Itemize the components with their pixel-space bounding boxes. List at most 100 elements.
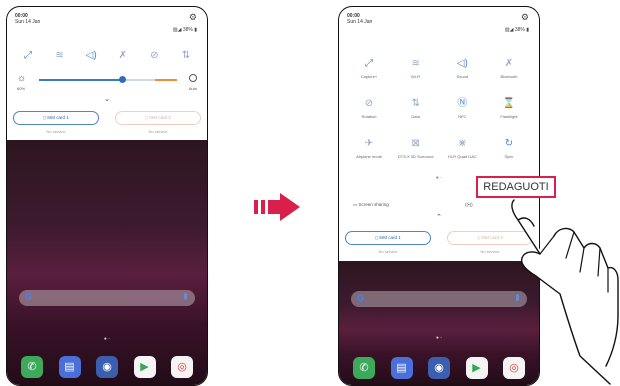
home-wallpaper: G ● ◦ ✆ ▤ ◉ ▶ ◎ bbox=[7, 140, 207, 385]
airplane-icon: ✈ bbox=[364, 138, 374, 149]
bluetooth-icon[interactable]: ✗ bbox=[112, 49, 134, 63]
system-icons: ▨◢ 38% ▮ bbox=[504, 27, 529, 33]
tile-label: DTS:X 3D Surround bbox=[397, 154, 434, 159]
status-bar: 00:00 Sun 14 Jan bbox=[15, 13, 40, 25]
camera-app-icon[interactable]: ◉ bbox=[96, 356, 118, 378]
bluetooth-icon: ✗ bbox=[504, 58, 514, 69]
data-icon[interactable]: ⇅ bbox=[175, 49, 197, 63]
phone-app-icon[interactable]: ✆ bbox=[21, 356, 43, 378]
tile-dts[interactable]: ⊠ DTS:X 3D Surround bbox=[396, 137, 436, 159]
transition-arrow-icon bbox=[254, 193, 300, 221]
sim-status-row: No service No service bbox=[345, 249, 533, 254]
system-icons: ▨◢ 38% ▮ bbox=[172, 27, 197, 33]
tile-wifi[interactable]: ≋ Wi-Fi bbox=[396, 57, 436, 79]
tile-airplane[interactable]: ✈ Airplane mode bbox=[349, 137, 389, 159]
quick-settings-row: ⤢ ≋ ◁) ✗ ⊘ ⇅ bbox=[17, 49, 197, 63]
data-icon: ⇅ bbox=[411, 98, 420, 109]
status-bar: 00:00 Sun 14 Jan bbox=[347, 13, 372, 25]
wifi-icon[interactable]: ≋ bbox=[49, 49, 71, 63]
sound-icon: ◁) bbox=[456, 58, 468, 69]
sim-card-2-label: SIM card 2 bbox=[148, 115, 171, 120]
tile-bluetooth[interactable]: ✗ Bluetooth bbox=[489, 57, 529, 79]
google-logo: G bbox=[357, 293, 365, 303]
status-date: Sun 14 Jan bbox=[347, 19, 373, 25]
chevron-down-icon[interactable]: ⌄ bbox=[7, 95, 207, 103]
nfc-icon: Ⓝ bbox=[457, 98, 468, 109]
screen-sharing-label[interactable]: Screen sharing bbox=[359, 202, 389, 207]
tile-sync[interactable]: ↻ Sync bbox=[489, 137, 529, 159]
screen-sharing-icon[interactable]: ▭ bbox=[353, 202, 357, 207]
tile-label: Bluetooth bbox=[500, 74, 518, 79]
edit-button[interactable]: REDAGUOTI bbox=[476, 176, 556, 198]
tile-nfc[interactable]: Ⓝ NFC bbox=[442, 97, 482, 119]
arrow-shaft bbox=[268, 200, 280, 214]
tile-label: Capture+ bbox=[360, 74, 378, 79]
sound-icon[interactable]: ◁) bbox=[80, 49, 102, 63]
rotation-icon[interactable]: ⊘ bbox=[143, 49, 165, 63]
sim-selector: ▯ SIM card 1 ▯ SIM card 2 bbox=[345, 231, 533, 245]
sim-1-status: No service bbox=[46, 129, 66, 134]
tile-row-2: ⊘ Rotation ⇅ Data Ⓝ NFC ⌛ Flashlight bbox=[349, 97, 529, 119]
tile-flashlight[interactable]: ⌛ Flashlight bbox=[489, 97, 529, 119]
brightness-icon: ☼ bbox=[17, 73, 27, 84]
auto-brightness-toggle[interactable] bbox=[189, 74, 197, 82]
camera-app-icon[interactable]: ◉ bbox=[428, 357, 450, 379]
left-phone-screen: 00:00 Sun 14 Jan ⚙ ▨◢ 38% ▮ ⤢ ≋ ◁) ✗ ⊘ ⇅… bbox=[6, 6, 208, 386]
tile-label: Wi-Fi bbox=[410, 74, 421, 79]
sync-icon: ↻ bbox=[504, 138, 514, 149]
tile-row-1: ⤢ Capture+ ≋ Wi-Fi ◁) Sound ✗ Bluetooth bbox=[349, 57, 529, 79]
pointing-hand-icon bbox=[511, 199, 619, 385]
nearby-icon[interactable]: ((•)) bbox=[465, 202, 473, 207]
brightness-value: 60% bbox=[17, 86, 26, 91]
flashlight-icon: ⌛ bbox=[502, 98, 516, 109]
gear-icon[interactable]: ⚙ bbox=[521, 13, 529, 22]
tile-label: Airplane mode bbox=[356, 154, 382, 159]
tile-label: Rotation bbox=[361, 114, 377, 119]
tile-label: NFC bbox=[458, 114, 467, 119]
chrome-app-icon[interactable]: ◎ bbox=[171, 356, 193, 378]
arrow-stripe bbox=[254, 200, 258, 214]
phone-app-icon[interactable]: ✆ bbox=[353, 357, 375, 379]
battery-label: 38% bbox=[182, 27, 193, 33]
wifi-icon: ≋ bbox=[411, 58, 420, 69]
app-dock: ✆ ▤ ◉ ▶ ◎ bbox=[21, 356, 193, 378]
brightness-fill bbox=[39, 79, 122, 81]
google-search-bar[interactable]: G bbox=[351, 291, 527, 307]
sim-1-status: No service bbox=[378, 249, 398, 254]
play-store-app-icon[interactable]: ▶ bbox=[133, 356, 156, 378]
tile-label: Flashlight bbox=[500, 114, 518, 119]
tile-label: Sound bbox=[456, 74, 469, 79]
sim-card-1-button[interactable]: ▯ SIM card 1 bbox=[345, 231, 431, 245]
shortcut-row: ▭ Screen sharing ((•)) bbox=[353, 202, 525, 208]
tile-hifi[interactable]: ⋇ Hi-Fi Quad DAC bbox=[442, 137, 482, 159]
hifi-icon: ⋇ bbox=[458, 138, 467, 149]
sim-card-1-button[interactable]: ▯ SIM card 1 bbox=[13, 111, 99, 125]
sim-card-2-button[interactable]: ▯ SIM card 2 bbox=[115, 111, 201, 125]
brightness-knob[interactable] bbox=[118, 76, 126, 83]
tile-data[interactable]: ⇅ Data bbox=[396, 97, 436, 119]
sim-card-1-label: SIM card 1 bbox=[46, 115, 69, 120]
brightness-warm-segment bbox=[155, 79, 177, 81]
messages-app-icon[interactable]: ▤ bbox=[390, 357, 413, 379]
brightness-slider[interactable]: ☼ 60% Auto bbox=[17, 73, 197, 93]
tile-sound[interactable]: ◁) Sound bbox=[442, 57, 482, 79]
tile-capture[interactable]: ⤢ Capture+ bbox=[349, 57, 389, 79]
brightness-track[interactable] bbox=[39, 76, 177, 83]
sim-selector: ▯ SIM card 1 ▯ SIM card 2 bbox=[13, 111, 201, 125]
google-logo: G bbox=[25, 292, 33, 302]
gear-icon[interactable]: ⚙ bbox=[189, 13, 197, 22]
mic-icon[interactable] bbox=[184, 293, 187, 300]
messages-app-icon[interactable]: ▤ bbox=[58, 356, 81, 378]
expand-icon[interactable]: ⤢ bbox=[17, 49, 39, 63]
capture-icon: ⤢ bbox=[365, 58, 373, 69]
sim-card-2-label: SIM card 2 bbox=[480, 235, 503, 240]
arrow-stripe bbox=[261, 200, 265, 214]
arrow-head bbox=[280, 193, 300, 221]
sim-2-status: No service bbox=[148, 129, 168, 134]
google-search-bar[interactable]: G bbox=[19, 290, 195, 306]
dts-icon: ⊠ bbox=[411, 138, 420, 149]
tile-rotation[interactable]: ⊘ Rotation bbox=[349, 97, 389, 119]
rotation-icon: ⊘ bbox=[364, 98, 374, 109]
tile-label: Sync bbox=[504, 154, 514, 159]
play-store-app-icon[interactable]: ▶ bbox=[465, 357, 488, 379]
